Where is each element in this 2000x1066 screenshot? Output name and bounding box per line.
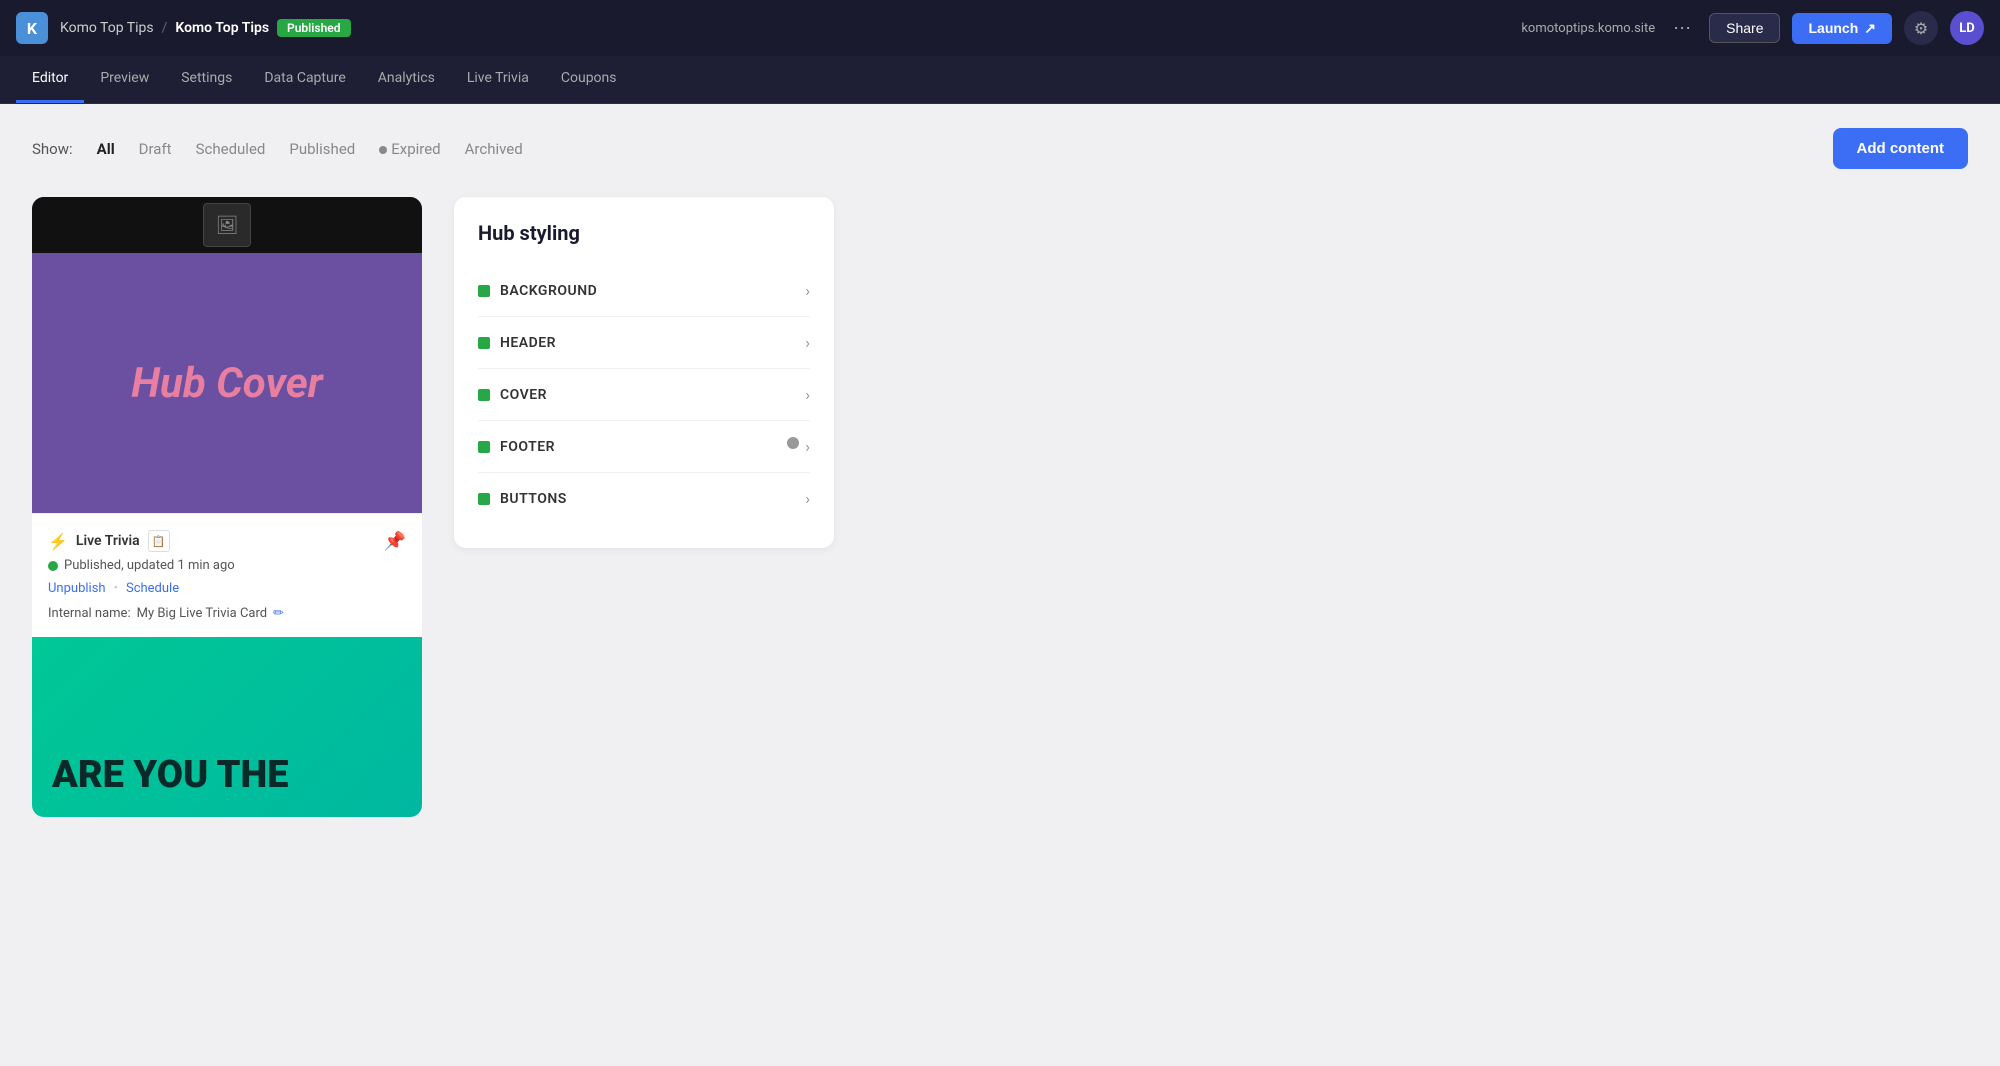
avatar: LD bbox=[1950, 11, 1984, 45]
cover-label: COVER bbox=[500, 387, 547, 403]
breadcrumb-current: Komo Top Tips bbox=[175, 20, 269, 36]
content-item-card: ⚡ Live Trivia 📋 📌 Published, updated 1 m… bbox=[32, 513, 422, 637]
settings-icon[interactable]: ⚙ bbox=[1904, 11, 1938, 45]
hub-styling-panel: Hub styling BACKGROUND › HEADER › COVE bbox=[454, 197, 834, 548]
secondary-nav: Editor Preview Settings Data Capture Ana… bbox=[0, 56, 2000, 104]
launch-icon: ↗ bbox=[1864, 20, 1876, 37]
main-content: Show: All Draft Scheduled Published Expi… bbox=[0, 104, 2000, 1066]
site-url: komotoptips.komo.site bbox=[1521, 21, 1655, 36]
footer-chevron: › bbox=[805, 437, 810, 456]
action-links: Unpublish • Schedule bbox=[48, 581, 406, 596]
share-button[interactable]: Share bbox=[1709, 13, 1780, 43]
styling-item-footer[interactable]: FOOTER › bbox=[478, 421, 810, 473]
filter-expired[interactable]: Expired bbox=[367, 136, 452, 162]
footer-dot bbox=[478, 441, 490, 453]
header-label: HEADER bbox=[500, 335, 556, 351]
hub-cover-purple[interactable]: Hub Cover bbox=[32, 253, 422, 513]
breadcrumb: Komo Top Tips / Komo Top Tips Published bbox=[60, 19, 351, 37]
styling-item-background-left: BACKGROUND bbox=[478, 283, 597, 299]
content-item-header: ⚡ Live Trivia 📋 📌 bbox=[48, 530, 406, 552]
breadcrumb-separator: / bbox=[162, 20, 168, 36]
styling-item-background[interactable]: BACKGROUND › bbox=[478, 265, 810, 317]
hub-cover-card: 🖼 Hub Cover bbox=[32, 197, 422, 513]
styling-item-footer-left: FOOTER bbox=[478, 439, 555, 455]
buttons-dot bbox=[478, 493, 490, 505]
hub-cover-title: Hub Cover bbox=[131, 359, 322, 408]
nav-item-live-trivia[interactable]: Live Trivia bbox=[451, 56, 545, 103]
logo-icon: K bbox=[16, 12, 48, 44]
more-options-button[interactable]: ⋯ bbox=[1667, 14, 1697, 43]
launch-label: Launch bbox=[1808, 20, 1858, 36]
header-dot bbox=[478, 337, 490, 349]
status-row: Published, updated 1 min ago bbox=[48, 558, 406, 573]
filter-scheduled[interactable]: Scheduled bbox=[184, 136, 278, 162]
published-badge: Published bbox=[277, 19, 350, 37]
edit-icon[interactable]: ✏ bbox=[273, 606, 284, 621]
lightning-icon: ⚡ bbox=[48, 532, 68, 551]
filter-archived[interactable]: Archived bbox=[453, 136, 535, 162]
expired-dot bbox=[379, 146, 387, 154]
internal-name-value: My Big Live Trivia Card bbox=[137, 606, 268, 621]
cover-icon-symbol: 🖼 bbox=[216, 215, 239, 236]
filter-bar: Show: All Draft Scheduled Published Expi… bbox=[32, 128, 1968, 169]
styling-item-header-left: HEADER bbox=[478, 335, 556, 351]
filter-published[interactable]: Published bbox=[277, 136, 367, 162]
action-separator: • bbox=[114, 581, 118, 596]
hub-cover-icon: 🖼 bbox=[203, 203, 251, 247]
cover-chevron: › bbox=[805, 385, 810, 404]
hub-styling-title: Hub styling bbox=[478, 221, 810, 245]
schedule-link[interactable]: Schedule bbox=[126, 581, 179, 596]
launch-button[interactable]: Launch ↗ bbox=[1792, 13, 1892, 44]
nav-item-settings[interactable]: Settings bbox=[165, 56, 248, 103]
top-bar-right: komotoptips.komo.site ⋯ Share Launch ↗ ⚙… bbox=[1521, 11, 1984, 45]
styling-item-cover-left: COVER bbox=[478, 387, 547, 403]
breadcrumb-parent[interactable]: Komo Top Tips bbox=[60, 20, 154, 36]
filter-draft[interactable]: Draft bbox=[127, 136, 184, 162]
buttons-chevron: › bbox=[805, 489, 810, 508]
styling-item-buttons-left: BUTTONS bbox=[478, 491, 567, 507]
nav-item-editor[interactable]: Editor bbox=[16, 56, 84, 103]
background-label: BACKGROUND bbox=[500, 283, 597, 299]
cover-dot bbox=[478, 389, 490, 401]
buttons-label: BUTTONS bbox=[500, 491, 567, 507]
status-dot bbox=[48, 561, 58, 571]
nav-item-preview[interactable]: Preview bbox=[84, 56, 165, 103]
nav-item-data-capture[interactable]: Data Capture bbox=[248, 56, 361, 103]
footer-label: FOOTER bbox=[500, 439, 555, 455]
styling-item-buttons[interactable]: BUTTONS › bbox=[478, 473, 810, 524]
hub-cover-top: 🖼 bbox=[32, 197, 422, 253]
status-text: Published, updated 1 min ago bbox=[64, 558, 235, 573]
background-dot bbox=[478, 285, 490, 297]
card-column: 🖼 Hub Cover ⚡ Live Trivia 📋 📌 bbox=[32, 197, 422, 817]
unpublish-link[interactable]: Unpublish bbox=[48, 581, 106, 596]
nav-item-coupons[interactable]: Coupons bbox=[545, 56, 633, 103]
trivia-preview-card[interactable]: ARE YOU THE bbox=[32, 637, 422, 817]
styling-item-header[interactable]: HEADER › bbox=[478, 317, 810, 369]
internal-name-row: Internal name: My Big Live Trivia Card ✏ bbox=[48, 606, 406, 621]
nav-item-analytics[interactable]: Analytics bbox=[362, 56, 451, 103]
background-chevron: › bbox=[805, 281, 810, 300]
content-area: 🖼 Hub Cover ⚡ Live Trivia 📋 📌 bbox=[32, 197, 1968, 817]
internal-name-prefix: Internal name: bbox=[48, 606, 131, 621]
filter-show-label: Show: bbox=[32, 140, 73, 158]
top-bar: K Komo Top Tips / Komo Top Tips Publishe… bbox=[0, 0, 2000, 56]
styling-item-cover[interactable]: COVER › bbox=[478, 369, 810, 421]
content-type-row: ⚡ Live Trivia 📋 bbox=[48, 530, 170, 552]
add-content-button[interactable]: Add content bbox=[1833, 128, 1969, 169]
content-type-icon: 📋 bbox=[148, 530, 170, 552]
trivia-preview-text: ARE YOU THE bbox=[52, 755, 289, 797]
filter-all[interactable]: All bbox=[85, 136, 127, 162]
header-chevron: › bbox=[805, 333, 810, 352]
pin-icon[interactable]: 📌 bbox=[384, 531, 406, 552]
content-type-label: Live Trivia bbox=[76, 533, 140, 549]
